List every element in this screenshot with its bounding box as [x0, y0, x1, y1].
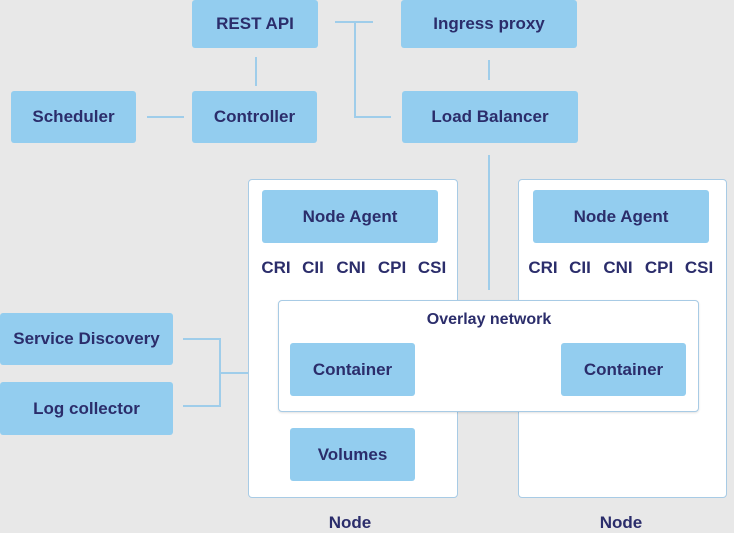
connector-rest-controller [255, 57, 257, 86]
controller-box[interactable]: Controller [192, 91, 317, 143]
connector-rest-lb-horizontal [354, 116, 391, 118]
node-label-2: Node [599, 513, 643, 532]
load-balancer-box[interactable]: Load Balancer [402, 91, 578, 143]
interface-csi-2: CSI [684, 258, 714, 277]
interface-cni-1: CNI [336, 258, 366, 277]
volumes-box[interactable]: Volumes [290, 428, 415, 481]
interface-cii-2: CII [569, 258, 591, 277]
connector-sd [183, 338, 221, 340]
container-box-1[interactable]: Container [290, 343, 415, 396]
connector-log [183, 405, 221, 407]
container-box-2[interactable]: Container [561, 343, 686, 396]
connector-scheduler-controller [147, 116, 184, 118]
ingress-proxy-box[interactable]: Ingress proxy [401, 0, 577, 48]
scheduler-box[interactable]: Scheduler [11, 91, 136, 143]
interface-cpi-1: CPI [377, 258, 407, 277]
node-agent-1[interactable]: Node Agent [262, 190, 438, 243]
overlay-network-title: Overlay network [426, 311, 552, 328]
interface-cri-2: CRI [528, 258, 558, 277]
interface-cni-2: CNI [603, 258, 633, 277]
interface-cri-1: CRI [261, 258, 291, 277]
connector-rest-lb-vertical [354, 21, 356, 118]
interface-cpi-2: CPI [644, 258, 674, 277]
node-label-1: Node [328, 513, 372, 532]
rest-api-box[interactable]: REST API [192, 0, 318, 48]
interface-csi-1: CSI [417, 258, 447, 277]
connector-lb-overlay [488, 155, 490, 290]
node-agent-2[interactable]: Node Agent [533, 190, 709, 243]
connector-ingress-lb [488, 60, 490, 80]
log-collector-box[interactable]: Log collector [0, 382, 173, 435]
service-discovery-box[interactable]: Service Discovery [0, 313, 173, 365]
interface-cii-1: CII [302, 258, 324, 277]
